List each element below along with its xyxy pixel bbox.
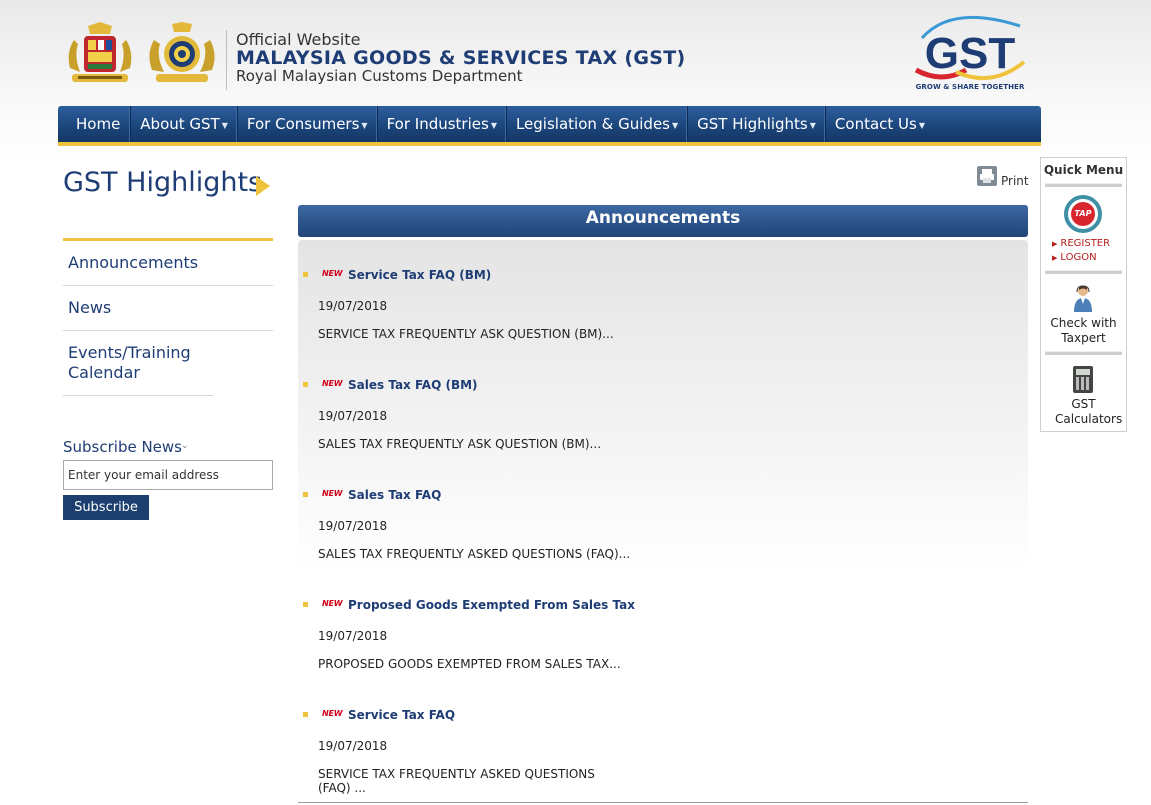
- taxpert-person-icon[interactable]: [1072, 284, 1094, 312]
- logon-link[interactable]: ▶ LOGON: [1052, 252, 1097, 263]
- gst-logo-icon[interactable]: GST: [912, 8, 1028, 94]
- gst-calculators-link[interactable]: GST Calculators: [1041, 397, 1126, 427]
- nav-for-consumers-label: For Consumers: [246, 115, 360, 133]
- nav-legislation-guides-label: Legislation & Guides: [515, 115, 670, 133]
- nav-about-gst-label: About GST: [140, 115, 220, 133]
- bullet-icon: [303, 382, 308, 387]
- new-badge-icon: NEW: [322, 599, 343, 608]
- register-link[interactable]: ▶ REGISTER: [1052, 238, 1110, 249]
- chevron-down-icon: ▼: [671, 120, 679, 130]
- nav-contact-us-label: Contact Us: [834, 115, 917, 133]
- new-badge-icon: NEW: [322, 709, 343, 718]
- quick-menu-divider: [1045, 270, 1122, 274]
- announcement-title-link[interactable]: Service Tax FAQ: [348, 708, 455, 722]
- email-input[interactable]: [63, 460, 273, 490]
- list-item: NEW Service Tax FAQ (BM) 19/07/2018 SERV…: [298, 248, 1028, 348]
- new-badge-icon: NEW: [322, 379, 343, 388]
- announcement-description: SERVICE TAX FREQUENTLY ASK QUESTION (BM)…: [318, 327, 614, 341]
- announcement-title-link[interactable]: Service Tax FAQ (BM): [348, 268, 491, 282]
- chevron-down-icon: ▼: [918, 120, 925, 130]
- announcement-date: 19/07/2018: [318, 519, 388, 533]
- header-site-title[interactable]: MALAYSIA GOODS & SERVICES TAX (GST): [236, 47, 685, 69]
- bullet-icon: [303, 492, 308, 497]
- nav-gst-highlights[interactable]: GST Highlights ▼: [688, 106, 826, 142]
- printer-icon[interactable]: [977, 166, 997, 186]
- nav-home-label: Home: [76, 115, 121, 133]
- chevron-down-icon: ▼: [809, 120, 816, 130]
- print-link[interactable]: Print: [1001, 174, 1029, 188]
- quick-menu-title: Quick Menu: [1043, 163, 1124, 177]
- nav-for-industries-label: For Industries: [386, 115, 489, 133]
- sidebar-item-news[interactable]: News: [63, 286, 273, 331]
- announcement-description: SALES TAX FREQUENTLY ASKED QUESTIONS (FA…: [318, 547, 631, 561]
- subscribe-news-label[interactable]: Subscribe News: [63, 438, 182, 456]
- bullet-icon: [303, 712, 308, 717]
- announcements-header: Announcements: [298, 205, 1028, 237]
- list-item: NEW Service Tax FAQ 19/07/2018 SERVICE T…: [298, 688, 1028, 795]
- announcements-list: NEW Service Tax FAQ (BM) 19/07/2018 SERV…: [298, 240, 1028, 803]
- announcement-title-link[interactable]: Proposed Goods Exempted From Sales Tax: [348, 598, 635, 612]
- chevron-down-icon: ▼: [221, 120, 228, 130]
- nav-gst-highlights-label: GST Highlights: [697, 115, 808, 133]
- quick-menu-divider: [1045, 183, 1122, 187]
- announcement-date: 19/07/2018: [318, 409, 388, 423]
- triangle-right-icon: ▶: [1052, 240, 1058, 248]
- quick-menu-divider: [1045, 351, 1122, 355]
- header-divider: [226, 30, 227, 90]
- announcement-date: 19/07/2018: [318, 739, 388, 753]
- svg-text:GST: GST: [925, 29, 1016, 78]
- check-with-taxpert-link[interactable]: Check with Taxpert: [1041, 316, 1126, 346]
- nav-for-industries[interactable]: For Industries ▼: [378, 106, 507, 142]
- tap-logo-icon[interactable]: TAP: [1064, 195, 1102, 233]
- announcement-description: PROPOSED GOODS EXEMPTED FROM SALES TAX..…: [318, 657, 621, 671]
- nav-about-gst[interactable]: About GST ▼: [131, 106, 238, 142]
- gst-logo-tagline: GROW & SHARE TOGETHER: [915, 83, 1025, 91]
- announcement-date: 19/07/2018: [318, 629, 388, 643]
- quick-menu: Quick Menu TAP ▶ REGISTER ▶ LOGON Check wi…: [1040, 157, 1127, 432]
- announcement-date: 19/07/2018: [318, 299, 388, 313]
- sidebar-item-events-training-calendar[interactable]: Events/Training Calendar: [63, 331, 213, 396]
- header-department: Royal Malaysian Customs Department: [236, 67, 523, 85]
- nav-for-consumers[interactable]: For Consumers ▼: [238, 106, 378, 142]
- nav-home[interactable]: Home: [58, 106, 132, 142]
- bullet-icon: [303, 272, 308, 277]
- logon-label: LOGON: [1060, 252, 1097, 263]
- sidebar-item-announcements[interactable]: Announcements: [63, 241, 273, 286]
- nav-contact-us[interactable]: Contact Us ▼: [826, 106, 934, 142]
- announcement-title-link[interactable]: Sales Tax FAQ (BM): [348, 378, 478, 392]
- announcement-title-link[interactable]: Sales Tax FAQ: [348, 488, 441, 502]
- announcement-description: SALES TAX FREQUENTLY ASK QUESTION (BM)..…: [318, 437, 602, 451]
- nav-legislation-guides[interactable]: Legislation & Guides ▼: [507, 106, 689, 142]
- subscribe-button[interactable]: Subscribe: [63, 495, 149, 520]
- chevron-down-icon: ▼: [490, 120, 497, 130]
- chevron-down-icon: ▼: [361, 120, 368, 130]
- announcement-description: SERVICE TAX FREQUENTLY ASKED QUESTIONS (…: [318, 767, 595, 795]
- sidebar-menu: Announcements News Events/Training Calen…: [63, 238, 273, 396]
- list-item: NEW Proposed Goods Exempted From Sales T…: [298, 578, 1028, 678]
- customs-emblem-icon: [149, 22, 215, 82]
- new-badge-icon: NEW: [322, 489, 343, 498]
- new-badge-icon: NEW: [322, 269, 343, 278]
- chevron-right-icon: [256, 176, 270, 196]
- main-navigation: Home About GST ▼ For Consumers ▼ For Indus…: [58, 106, 1041, 146]
- chevron-down-icon[interactable]: ⌄: [181, 441, 189, 451]
- register-label: REGISTER: [1060, 238, 1111, 249]
- malaysia-coat-of-arms-icon: [68, 22, 132, 82]
- list-item: NEW Sales Tax FAQ 19/07/2018 SALES TAX F…: [298, 468, 1028, 568]
- page-title: GST Highlights: [63, 167, 263, 198]
- bullet-icon: [303, 602, 308, 607]
- tap-label: TAP: [1071, 202, 1095, 226]
- triangle-right-icon: ▶: [1052, 254, 1058, 262]
- calculator-icon[interactable]: [1073, 366, 1093, 393]
- list-item: NEW Sales Tax FAQ (BM) 19/07/2018 SALES …: [298, 358, 1028, 458]
